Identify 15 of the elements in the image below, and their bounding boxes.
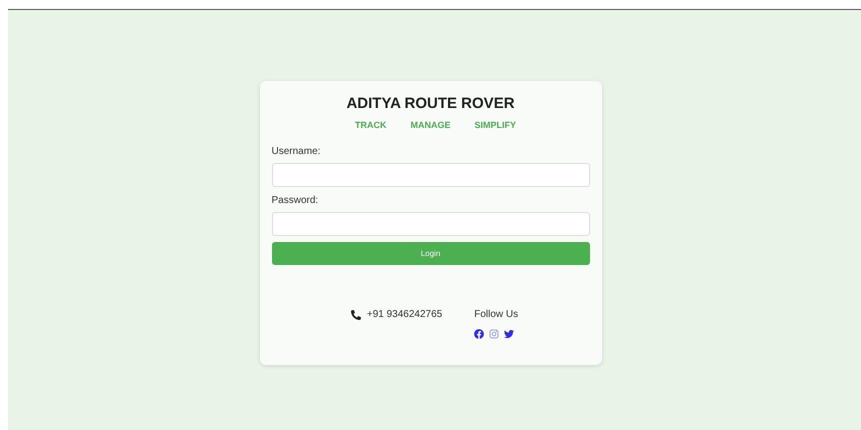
app-title: ADITYA ROUTE ROVER	[345, 95, 516, 112]
tagline: MANAGE	[410, 120, 450, 130]
twitter-icon[interactable]	[504, 329, 514, 339]
input-field[interactable]	[272, 212, 590, 236]
social-heading: Follow Us	[474, 309, 518, 320]
facebook-icon[interactable]	[474, 329, 484, 339]
field-label: Password:	[272, 195, 320, 206]
tagline: TRACK	[354, 120, 386, 130]
phone-number: +91 9346242765	[366, 309, 442, 320]
tagline: SIMPLIFY	[474, 120, 516, 130]
login-button[interactable]: Login	[272, 242, 590, 265]
phone-icon	[350, 310, 361, 320]
input-field[interactable]	[272, 163, 590, 187]
instagram-icon[interactable]	[489, 329, 500, 339]
field-label: Username:	[272, 146, 322, 157]
